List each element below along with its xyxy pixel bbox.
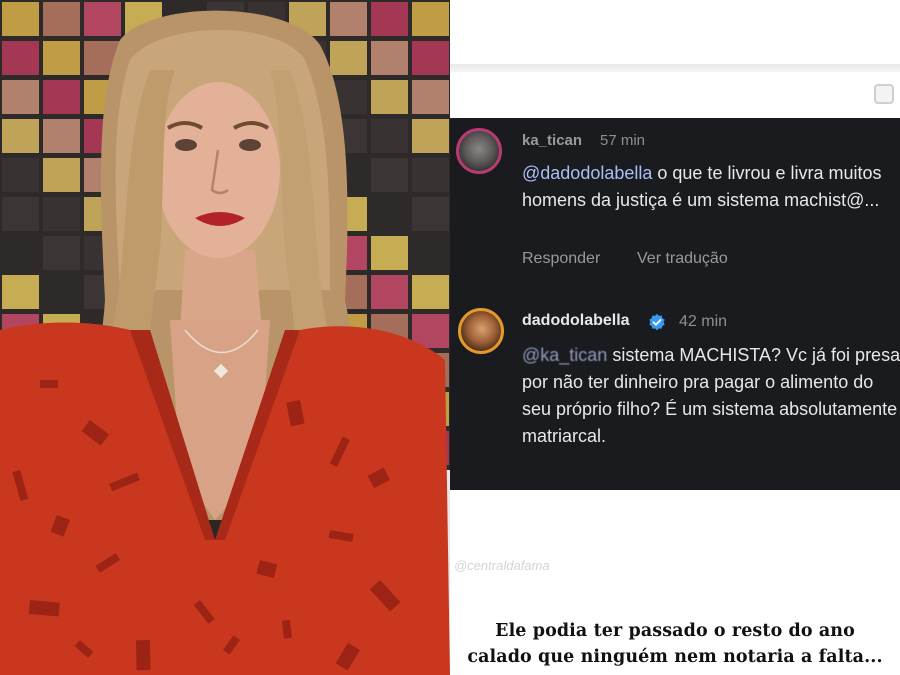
caption-area: @centraldafama Ele podia ter passado o r… [450,490,900,675]
avatar[interactable] [456,128,502,174]
translate-button[interactable]: Ver tradução [637,250,728,268]
comment-time: 57 min [600,132,646,149]
verified-badge-icon [649,313,665,331]
comment-screenshot-panel: ka_tican 57 min @dadodolabella o que te … [450,0,900,675]
mention-link[interactable]: @ka_tican [522,345,607,365]
avatar[interactable] [458,308,504,354]
reply-button[interactable]: Responder [522,250,600,268]
caption-line: calado que ninguém nem notaria a falta..… [467,647,883,667]
caption: Ele podia ter passado o resto do ano cal… [450,618,900,670]
top-divider [450,64,900,72]
comment-thread: ka_tican 57 min @dadodolabella o que te … [450,118,900,490]
select-checkbox[interactable] [874,84,894,104]
composite-image: ka_tican 57 min @dadodolabella o que te … [0,0,900,675]
caption-line: Ele podia ter passado o resto do ano [495,621,855,641]
photo-panel [0,0,450,675]
comment-username[interactable]: ka_tican [522,132,582,149]
woman-portrait [0,10,450,675]
comment-username[interactable]: dadodolabella [522,312,630,330]
mention-link[interactable]: @dadodolabella [522,163,652,183]
top-bar [450,0,900,64]
comment-text: @dadodolabella o que te livrou e livra m… [522,160,900,214]
watermark: @centraldafama [454,558,550,573]
comment-time: 42 min [679,313,728,330]
comment-text: @ka_tican sistema MACHISTA? Vc já foi pr… [522,342,900,450]
